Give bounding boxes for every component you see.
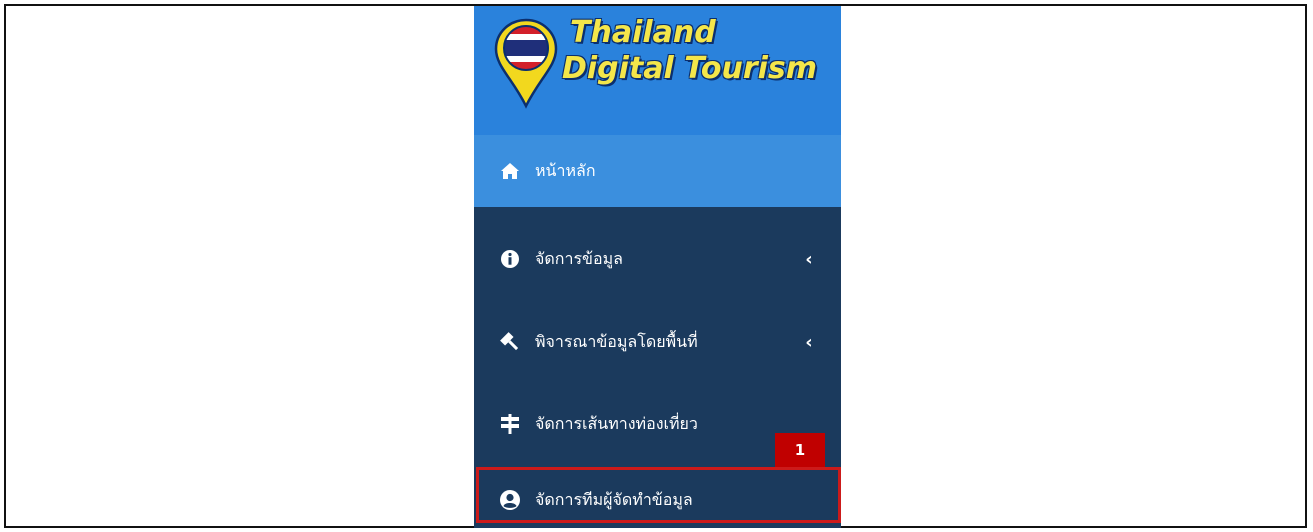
menu-item-home[interactable]: หน้าหลัก: [474, 135, 841, 207]
menu-item-label: จัดการข้อมูล: [535, 248, 623, 268]
map-pin-flag-icon: [494, 18, 558, 114]
menu-item-area-review[interactable]: พิจารณาข้อมูลโดยพื้นที่ ‹: [474, 306, 841, 378]
info-circle-icon: [499, 248, 521, 270]
home-icon: [499, 160, 521, 182]
menu-item-label: หน้าหลัก: [535, 160, 596, 180]
annotation-badge: 1: [775, 433, 825, 467]
signpost-icon: [499, 413, 521, 435]
logo[interactable]: Thailand Digital Tourism: [474, 6, 841, 135]
menu-item-manage-data[interactable]: จัดการข้อมูล ‹: [474, 223, 841, 295]
logo-subtitle: Digital Tourism: [562, 51, 818, 86]
logo-title: Thailand: [570, 15, 716, 50]
chevron-left-icon[interactable]: ‹: [799, 249, 819, 270]
menu-item-label: พิจารณาข้อมูลโดยพื้นที่: [535, 331, 698, 351]
chevron-left-icon[interactable]: ‹: [799, 332, 819, 353]
gavel-icon: [499, 331, 521, 353]
annotation-highlight-box: [476, 467, 841, 523]
